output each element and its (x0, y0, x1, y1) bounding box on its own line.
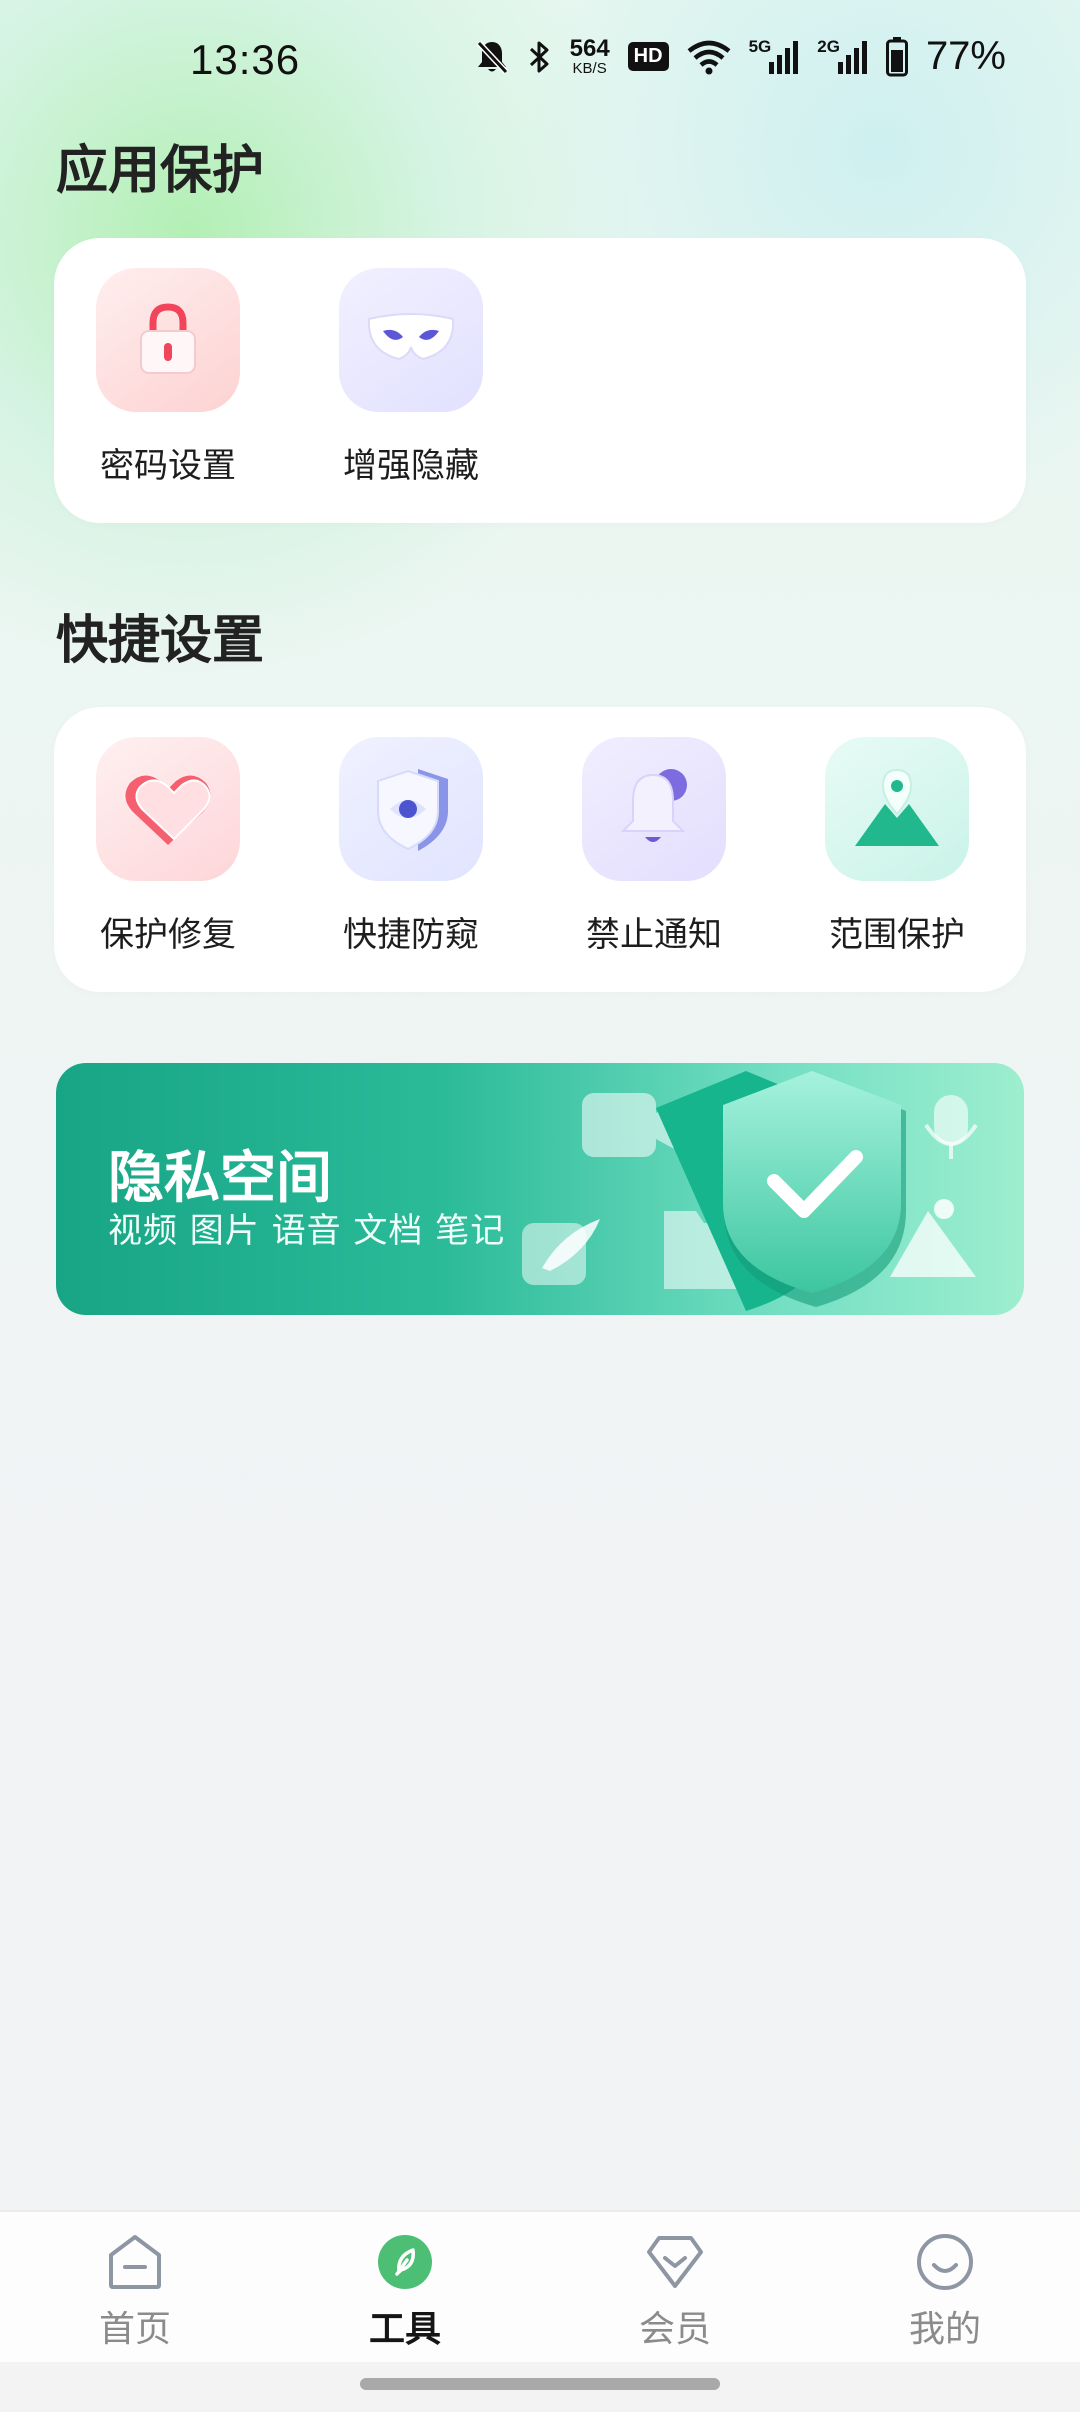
grid-item-enhanced-hide[interactable]: 增强隐藏 (321, 268, 501, 487)
nav-label: 会员 (638, 2309, 711, 2350)
sim2-network-label: 2G (817, 36, 840, 56)
heart-icon (96, 737, 240, 881)
nav-item-tools[interactable]: 工具 (305, 2230, 505, 2352)
gesture-bar[interactable] (360, 2378, 720, 2390)
section-title-quick-settings: 快捷设置 (56, 611, 265, 671)
nav-label: 我的 (908, 2309, 981, 2350)
hd-badge: HD (627, 42, 669, 71)
nav-item-mine[interactable]: 我的 (845, 2230, 1045, 2352)
grid-item-quick-anti-peep[interactable]: 快捷防窥 (321, 737, 501, 956)
bottom-nav: 首页 工具 会员 我的 (0, 2210, 1080, 2362)
nav-label: 工具 (368, 2309, 441, 2350)
tool-leaf-icon (305, 2230, 505, 2294)
mask-icon (339, 268, 483, 412)
grid-label: 增强隐藏 (343, 446, 479, 486)
nav-label: 首页 (98, 2309, 171, 2350)
nav-item-home[interactable]: 首页 (35, 2230, 235, 2352)
signal-icon (837, 40, 867, 74)
net-speed-unit: KB/S (572, 60, 607, 77)
sim1-network-label: 5G (748, 36, 772, 56)
quick-settings-card: 保护修复 快捷防窥 禁止通知 范围保护 (54, 707, 1026, 992)
grid-item-range-protection[interactable]: 范围保护 (807, 737, 987, 956)
signal-icon (769, 40, 799, 74)
nav-item-member[interactable]: 会员 (575, 2230, 775, 2352)
voice-icon (924, 1095, 978, 1159)
grid-label: 快捷防窥 (343, 915, 479, 955)
note-icon (522, 1219, 600, 1285)
net-speed-value: 564 (569, 35, 610, 62)
bell-icon (582, 737, 726, 881)
battery-percent: 77% (925, 34, 1006, 78)
status-time: 13:36 (190, 36, 301, 83)
mute-bell-icon (474, 38, 510, 76)
signal-2g: 2G (817, 36, 868, 74)
home-icon (35, 2230, 235, 2294)
status-icons: 564 KB/S HD 5G 2G 77% (474, 34, 1006, 79)
shield-eye-icon (339, 737, 483, 881)
lock-icon (96, 268, 240, 412)
profile-smile-icon (845, 2230, 1045, 2294)
bluetooth-icon (528, 38, 552, 76)
section-title-app-protection: 应用保护 (56, 141, 265, 201)
grid-label: 保护修复 (100, 915, 236, 955)
privacy-space-banner[interactable]: 隐私空间 视频 图片 语音 文档 笔记 (56, 1063, 1024, 1315)
member-diamond-icon (575, 2230, 775, 2294)
battery-icon (885, 36, 908, 77)
location-mountain-icon (825, 737, 969, 881)
grid-label: 密码设置 (100, 446, 236, 486)
grid-label: 范围保护 (829, 915, 965, 955)
grid-item-protection-repair[interactable]: 保护修复 (78, 737, 258, 956)
signal-5g: 5G (748, 36, 800, 74)
app-protection-card: 密码设置 增强隐藏 (54, 238, 1026, 523)
grid-item-block-notifications[interactable]: 禁止通知 (564, 737, 744, 956)
grid-label: 禁止通知 (586, 915, 722, 955)
net-speed: 564 KB/S (569, 35, 610, 77)
status-bar: 13:36 564 KB/S HD 5G 2G 77% (0, 0, 1080, 120)
wifi-icon (687, 39, 731, 75)
grid-item-password-settings[interactable]: 密码设置 (78, 268, 258, 487)
